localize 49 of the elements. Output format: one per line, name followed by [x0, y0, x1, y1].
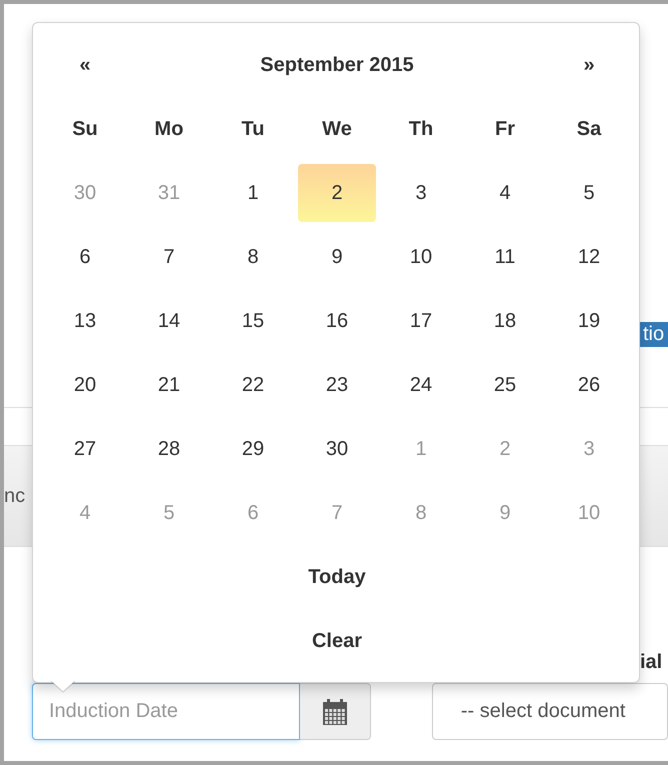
month-title[interactable]: September 2015 — [130, 36, 544, 94]
day-cell[interactable]: 1 — [214, 164, 292, 222]
day-cell[interactable]: 30 — [298, 420, 376, 478]
weekday-label: Fr — [494, 116, 516, 142]
day-cell[interactable]: 29 — [214, 420, 292, 478]
day-cell[interactable]: 2 — [298, 164, 376, 222]
weekday-label: Mo — [154, 116, 184, 142]
day-cell[interactable]: 3 — [382, 164, 460, 222]
tab-label[interactable]: nc — [4, 484, 26, 508]
day-cell[interactable]: 19 — [550, 292, 628, 350]
action-button[interactable]: tio — [640, 322, 668, 347]
day-cell[interactable]: 26 — [550, 356, 628, 414]
weekday-label: Th — [408, 116, 434, 142]
day-cell[interactable]: 16 — [298, 292, 376, 350]
day-cell[interactable]: 28 — [130, 420, 208, 478]
day-cell[interactable]: 24 — [382, 356, 460, 414]
day-cell[interactable]: 27 — [46, 420, 124, 478]
calendar-button[interactable] — [300, 683, 371, 740]
document-select[interactable]: -- select document — [432, 683, 668, 740]
day-cell[interactable]: 8 — [214, 228, 292, 286]
day-cell[interactable]: 7 — [130, 228, 208, 286]
weekday-label: Sa — [576, 116, 602, 142]
weekday-label: Su — [71, 116, 99, 142]
day-cell[interactable]: 17 — [382, 292, 460, 350]
day-cell[interactable]: 23 — [298, 356, 376, 414]
date-input-field[interactable]: Induction Date — [32, 683, 300, 740]
day-cell[interactable]: 11 — [466, 228, 544, 286]
field-label: ial — [640, 651, 662, 675]
next-month-button[interactable]: » — [550, 36, 628, 94]
day-cell[interactable]: 22 — [214, 356, 292, 414]
previous-month-button[interactable]: « — [46, 36, 124, 94]
day-cell[interactable]: 18 — [466, 292, 544, 350]
day-cell[interactable]: 25 — [466, 356, 544, 414]
day-cell[interactable]: 20 — [46, 356, 124, 414]
day-cell[interactable]: 10 — [382, 228, 460, 286]
weekday-label: We — [321, 116, 353, 142]
day-cell[interactable]: 6 — [46, 228, 124, 286]
day-cell[interactable]: 9 — [298, 228, 376, 286]
today-button[interactable]: Today — [46, 548, 628, 606]
day-cell[interactable]: 13 — [46, 292, 124, 350]
clear-button[interactable]: Clear — [46, 612, 628, 670]
day-cell[interactable]: 12 — [550, 228, 628, 286]
day-cell[interactable]: 15 — [214, 292, 292, 350]
weekday-label: Tu — [240, 116, 266, 142]
day-cell[interactable]: 4 — [466, 164, 544, 222]
day-cell[interactable]: 5 — [550, 164, 628, 222]
day-cell[interactable]: 14 — [130, 292, 208, 350]
calendar-icon — [322, 698, 347, 724]
day-cell[interactable]: 21 — [130, 356, 208, 414]
